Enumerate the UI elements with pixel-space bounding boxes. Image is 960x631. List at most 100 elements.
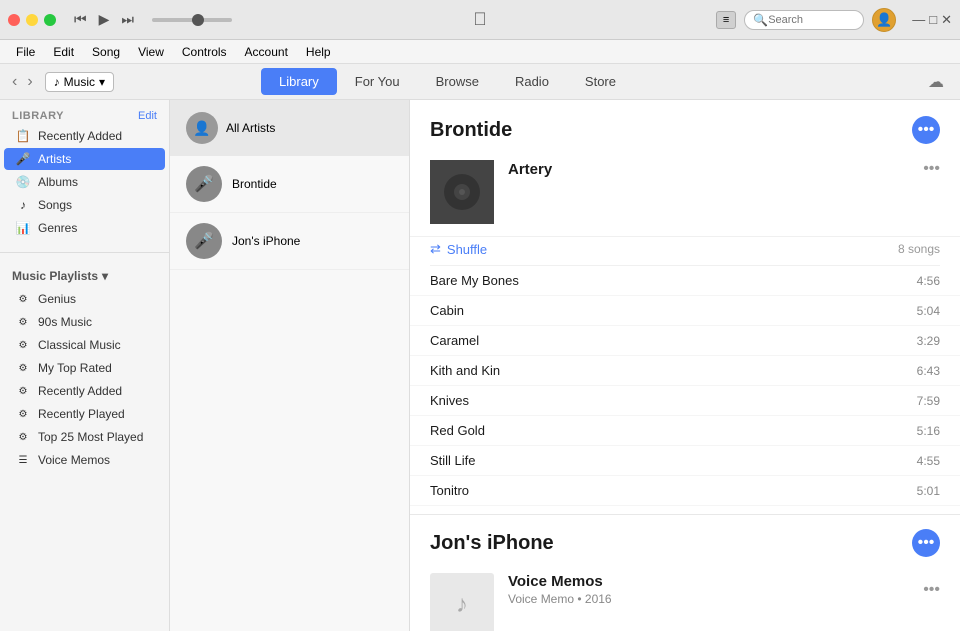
tab-browse[interactable]: Browse [418, 68, 497, 95]
song-name: Cabin [430, 303, 464, 318]
jons-iphone-more-button[interactable]: ••• [912, 529, 940, 557]
tab-radio[interactable]: Radio [497, 68, 567, 95]
brontide-more-button[interactable]: ••• [912, 116, 940, 144]
account-button[interactable]: 👤 [872, 8, 896, 32]
artists-icon: 🎤 [16, 152, 30, 166]
os-maximize-button[interactable]: □ [929, 12, 937, 28]
song-row-bare-my-bones[interactable]: Bare My Bones 4:56 [410, 266, 960, 296]
music-note-icon: ♪ [54, 75, 60, 89]
library-label: Library [12, 110, 64, 122]
sidebar-item-classical-music[interactable]: ⚙ Classical Music [4, 334, 165, 356]
artery-title: Artery [508, 161, 552, 178]
song-row-cabin[interactable]: Cabin 5:04 [410, 296, 960, 326]
sidebar-item-recently-added[interactable]: 📋 Recently Added [4, 125, 165, 147]
progress-bar[interactable] [152, 18, 232, 22]
voice-memos-title-row: Voice Memos Voice Memo • 2016 ••• [508, 573, 940, 606]
songs-label: Songs [38, 198, 72, 212]
song-row-tonitro[interactable]: Tonitro 5:01 [410, 476, 960, 506]
song-row-red-gold[interactable]: Red Gold 5:16 [410, 416, 960, 446]
search-box[interactable]: 🔍 [744, 10, 864, 30]
song-duration: 4:55 [917, 454, 940, 468]
artist-row-brontide[interactable]: 🎤 Brontide [170, 156, 409, 213]
voice-memos-more-button[interactable]: ••• [923, 581, 940, 599]
all-artists-header[interactable]: 👤 All Artists [170, 100, 409, 156]
artist-row-jons-iphone[interactable]: 🎤 Jon's iPhone [170, 213, 409, 270]
sidebar-item-voice-memos[interactable]: ☰ Voice Memos [4, 449, 165, 471]
top-25-icon: ⚙ [16, 430, 30, 444]
brontide-initial: 🎤 [194, 174, 214, 194]
menubar: File Edit Song View Controls Account Hel… [0, 40, 960, 64]
sidebar-item-90s-music[interactable]: ⚙ 90s Music [4, 311, 165, 333]
sidebar-item-recently-added-pl[interactable]: ⚙ Recently Added [4, 380, 165, 402]
song-duration: 5:04 [917, 304, 940, 318]
search-input[interactable] [768, 14, 855, 26]
artery-shuffle-row: ⇄ Shuffle 8 songs [430, 237, 940, 266]
sidebar-item-songs[interactable]: ♪ Songs [4, 194, 165, 216]
song-row-still-life[interactable]: Still Life 4:55 [410, 446, 960, 476]
voice-memos-album-info: Voice Memos Voice Memo • 2016 ••• [508, 573, 940, 612]
sidebar-item-top-25[interactable]: ⚙ Top 25 Most Played [4, 426, 165, 448]
song-duration: 4:56 [917, 274, 940, 288]
chevron-icon: ▾ [102, 269, 108, 283]
rewind-button[interactable]: ⏮ [72, 9, 89, 30]
jons-iphone-name: Jon's iPhone [232, 234, 300, 248]
song-name: Bare My Bones [430, 273, 519, 288]
sidebar-item-genius[interactable]: ⚙ Genius [4, 288, 165, 310]
play-button[interactable]: ▶ [97, 9, 112, 30]
os-close-button[interactable]: ✕ [941, 12, 952, 28]
song-row-caramel[interactable]: Caramel 3:29 [410, 326, 960, 356]
recently-played-icon: ⚙ [16, 407, 30, 421]
edit-button[interactable]: Edit [138, 110, 157, 122]
artery-album-row: Artery ••• [410, 152, 960, 237]
menu-account[interactable]: Account [237, 43, 296, 61]
back-button[interactable]: ‹ [8, 73, 21, 91]
sidebar-item-genres[interactable]: 📊 Genres [4, 217, 165, 239]
menu-file[interactable]: File [8, 43, 43, 61]
recently-added-pl-label: Recently Added [38, 384, 122, 398]
artery-more-button[interactable]: ••• [923, 160, 940, 178]
playlists-section: Music Playlists ▾ ⚙ Genius ⚙ 90s Music ⚙… [0, 257, 169, 480]
song-row-knives[interactable]: Knives 7:59 [410, 386, 960, 416]
menu-help[interactable]: Help [298, 43, 339, 61]
menu-controls[interactable]: Controls [174, 43, 235, 61]
menu-view[interactable]: View [130, 43, 172, 61]
icloud-icon: ☁ [928, 72, 944, 92]
navbar: ‹ › ♪ Music ▾ Library For You Browse Rad… [0, 64, 960, 100]
tab-for-you[interactable]: For You [337, 68, 418, 95]
song-row-kith-and-kin[interactable]: Kith and Kin 6:43 [410, 356, 960, 386]
sidebar-item-my-top-rated[interactable]: ⚙ My Top Rated [4, 357, 165, 379]
main-layout: Library Edit 📋 Recently Added 🎤 Artists … [0, 100, 960, 631]
titlebar-right: ≡ 🔍 👤 — □ ✕ [716, 8, 952, 32]
sidebar-item-recently-played[interactable]: ⚙ Recently Played [4, 403, 165, 425]
close-button[interactable] [8, 14, 20, 26]
voice-memos-album-art: ♪ [430, 573, 494, 631]
view-toggle-button[interactable]: ≡ [716, 11, 736, 29]
playlists-header[interactable]: Music Playlists ▾ [0, 265, 169, 287]
recently-added-icon: 📋 [16, 129, 30, 143]
music-note-icon: ♪ [456, 591, 468, 619]
tab-library[interactable]: Library [261, 68, 337, 95]
artist-list: 👤 All Artists 🎤 Brontide 🎤 Jon's iPhone [170, 100, 410, 631]
song-name: Kith and Kin [430, 363, 500, 378]
menu-edit[interactable]: Edit [45, 43, 82, 61]
playlists-label: Music Playlists [12, 269, 98, 283]
jons-iphone-title: Jon's iPhone [430, 532, 554, 555]
chevron-down-icon: ▾ [99, 75, 105, 89]
90s-music-icon: ⚙ [16, 315, 30, 329]
tab-store[interactable]: Store [567, 68, 634, 95]
music-selector[interactable]: ♪ Music ▾ [45, 72, 114, 92]
forward-button[interactable]: › [23, 73, 36, 91]
search-icon: 🔍 [753, 13, 768, 27]
apple-logo:  [473, 9, 487, 30]
minimize-button[interactable] [26, 14, 38, 26]
song-name: Knives [430, 393, 469, 408]
sidebar-item-albums[interactable]: 💿 Albums [4, 171, 165, 193]
fast-forward-button[interactable]: ⏭ [119, 9, 136, 30]
maximize-button[interactable] [44, 14, 56, 26]
menu-song[interactable]: Song [84, 43, 128, 61]
artery-shuffle-button[interactable]: ⇄ Shuffle [430, 241, 487, 257]
os-minimize-button[interactable]: — [912, 12, 925, 28]
jons-iphone-initial: 🎤 [194, 231, 214, 251]
sidebar-item-artists[interactable]: 🎤 Artists [4, 148, 165, 170]
song-name: Still Life [430, 453, 476, 468]
